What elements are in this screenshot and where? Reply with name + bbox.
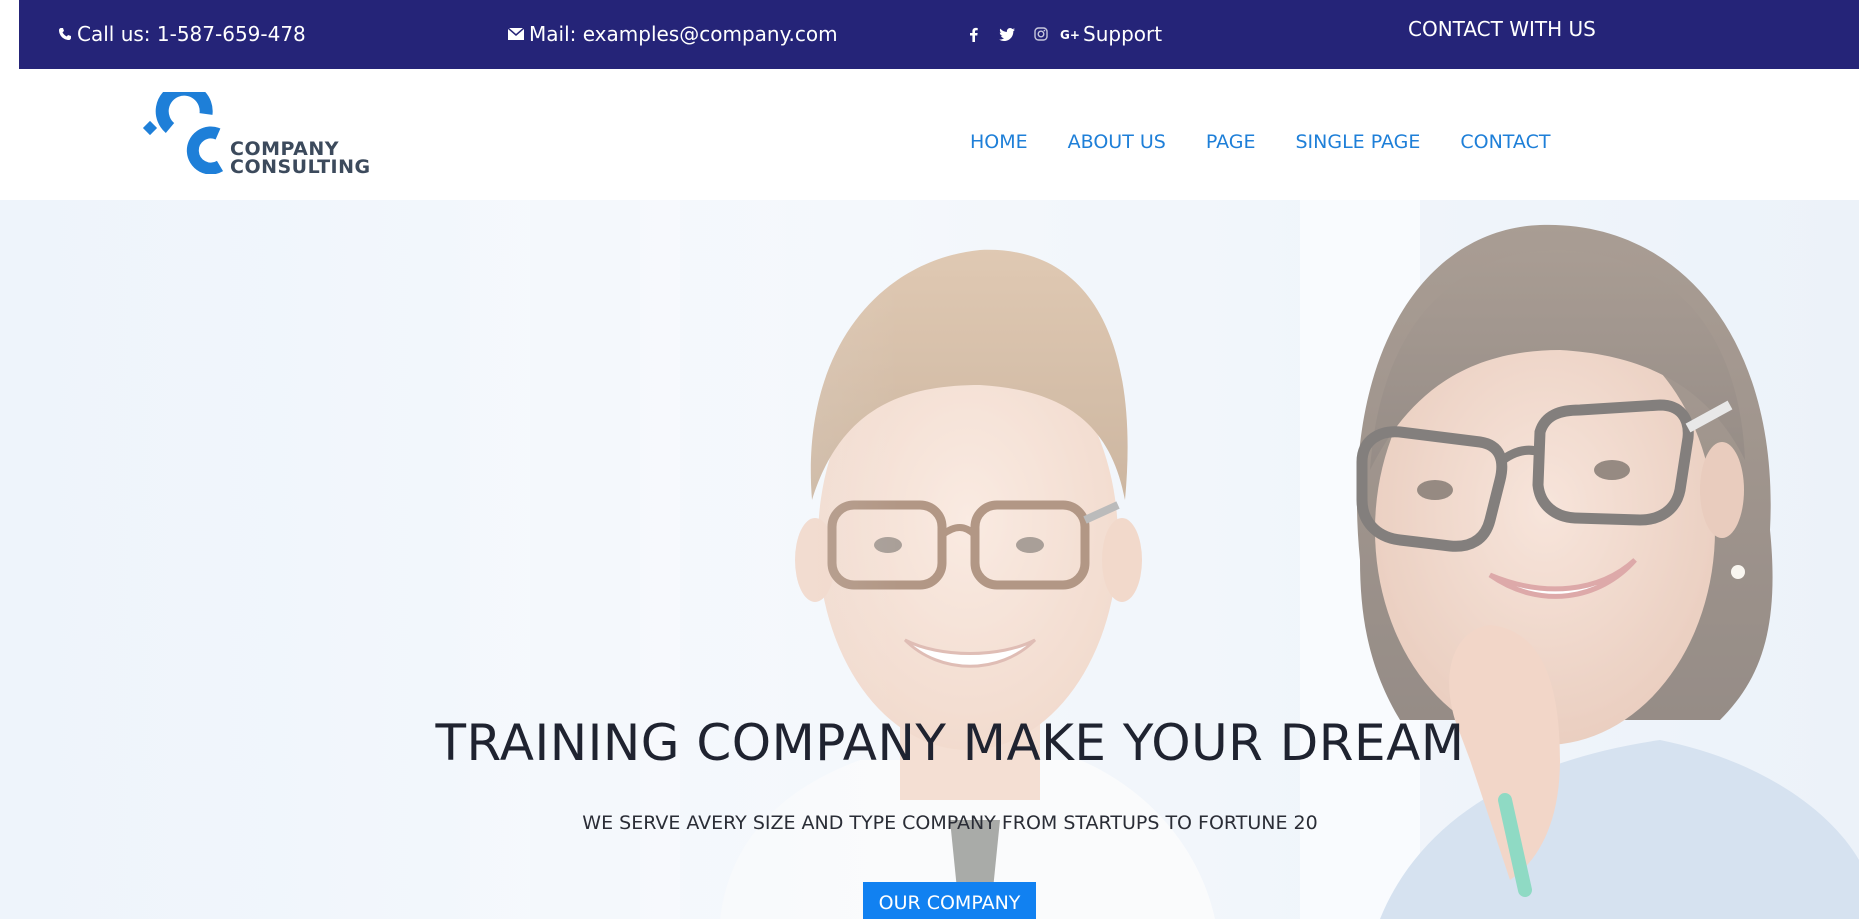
envelope-icon [508,28,524,40]
facebook-icon[interactable] [956,21,990,47]
nav-item-about-us[interactable]: ABOUT US [1068,131,1166,153]
support-link[interactable]: Support [1083,21,1162,47]
company-logo[interactable]: COMPANY CONSULTING [142,92,372,178]
logo-line-consulting: CONSULTING [230,156,371,178]
social-links: G+ Support [956,21,1162,47]
twitter-icon[interactable] [990,21,1024,47]
logo-mark-icon [142,92,224,174]
nav-item-single-page[interactable]: SINGLE PAGE [1295,131,1420,153]
mail-text: Mail: examples@company.com [529,22,838,46]
phone-contact[interactable]: Call us: 1-587-659-478 [58,21,306,47]
site-header: COMPANY CONSULTING HOME ABOUT US PAGE SI… [0,69,1859,200]
nav-item-home[interactable]: HOME [970,131,1028,153]
hero-subtitle: WE SERVE AVERY SIZE AND TYPE COMPANY FRO… [582,812,1318,834]
phone-icon [58,27,72,41]
logo-text: COMPANY CONSULTING [230,140,371,178]
main-navigation: HOME ABOUT US PAGE SINGLE PAGE CONTACT [970,131,1590,153]
google-plus-icon[interactable]: G+ [1058,21,1082,47]
phone-text: Call us: 1-587-659-478 [77,22,306,46]
mail-contact[interactable]: Mail: examples@company.com [508,21,838,47]
instagram-icon[interactable] [1024,21,1058,47]
svg-text:G+: G+ [1060,28,1080,41]
hero-title: TRAINING COMPANY MAKE YOUR DREAM [435,714,1465,772]
our-company-button[interactable]: OUR COMPANY [863,882,1036,919]
contact-with-us-link[interactable]: CONTACT WITH US [1408,16,1596,42]
hero-banner: TRAINING COMPANY MAKE YOUR DREAM WE SERV… [0,200,1859,919]
top-contact-bar: Call us: 1-587-659-478 Mail: examples@co… [19,0,1859,69]
nav-item-contact[interactable]: CONTACT [1460,131,1550,153]
nav-item-page[interactable]: PAGE [1206,131,1256,153]
